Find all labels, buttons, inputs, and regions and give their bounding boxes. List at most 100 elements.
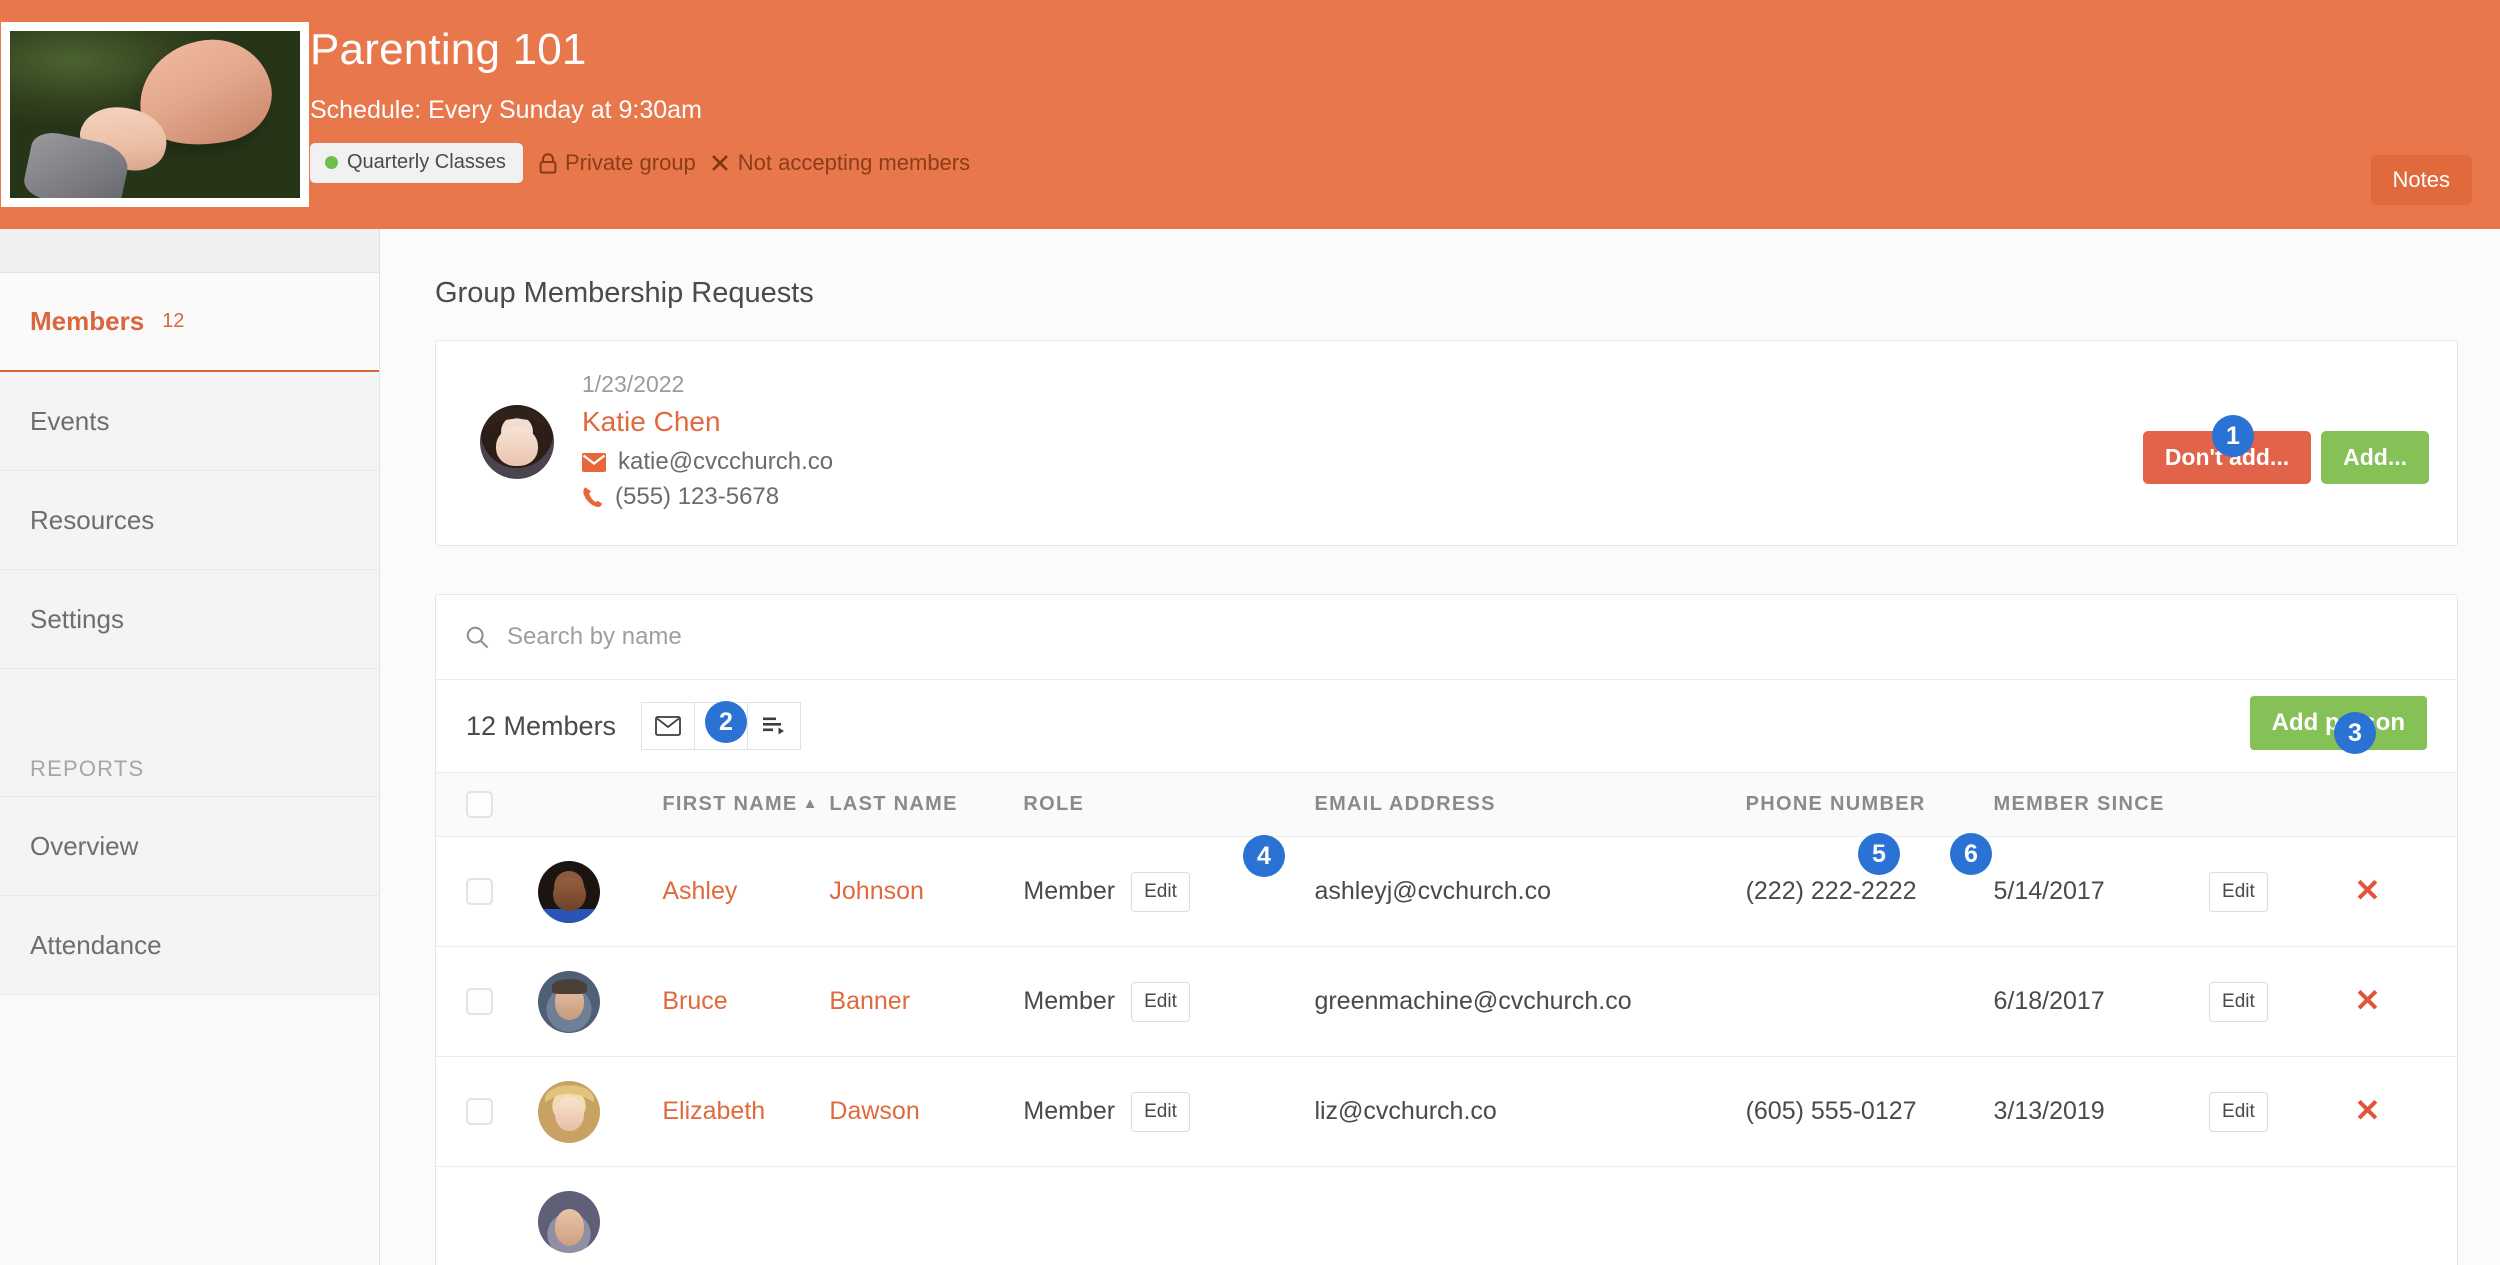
email-members-button[interactable]	[641, 702, 695, 750]
search-input[interactable]	[507, 623, 1107, 651]
request-email[interactable]: katie@cvcchurch.co	[618, 448, 833, 476]
row-email-cell: greenmachine@cvchurch.co	[1314, 947, 1745, 1057]
select-all-checkbox[interactable]	[466, 791, 493, 818]
row-edit-cell	[2209, 1167, 2355, 1265]
remove-member-icon[interactable]: ✕	[2355, 873, 2381, 908]
row-email-cell: liz@cvchurch.co	[1314, 1057, 1745, 1167]
deny-request-button[interactable]: Don't add...	[2143, 431, 2311, 484]
row-delete-cell: ✕	[2355, 837, 2457, 947]
member-role: Member	[1023, 987, 1115, 1016]
search-icon[interactable]	[466, 626, 489, 649]
group-meta-row: Quarterly Classes Private group Not acce…	[310, 143, 970, 183]
page-title: Parenting 101	[310, 26, 970, 74]
member-first-name-link[interactable]: Ashley	[662, 877, 737, 905]
avatar	[538, 861, 600, 923]
row-first-name-cell	[662, 1167, 829, 1265]
column-header-first-name[interactable]: FIRST NAME ▲	[662, 773, 829, 837]
row-last-name-cell: Dawson	[829, 1057, 1023, 1167]
member-first-name-link[interactable]: Bruce	[662, 987, 727, 1015]
row-member-since-cell: 5/14/2017	[1993, 837, 2209, 947]
member-role: Member	[1023, 877, 1115, 906]
row-first-name-cell: Elizabeth	[662, 1057, 829, 1167]
column-header-role[interactable]: ROLE	[1023, 773, 1314, 837]
table-row: Elizabeth Dawson Member Edit liz@cvchurc…	[436, 1057, 2457, 1167]
row-first-name-cell: Bruce	[662, 947, 829, 1057]
column-header-email[interactable]: EMAIL ADDRESS	[1314, 773, 1745, 837]
remove-member-icon[interactable]: ✕	[2355, 983, 2381, 1018]
avatar	[538, 1191, 600, 1253]
column-label: FIRST NAME	[662, 793, 797, 815]
column-header-member-since[interactable]: MEMBER SINCE	[1993, 773, 2209, 837]
select-all-header	[436, 773, 538, 837]
members-table: FIRST NAME ▲ LAST NAME ROLE EMAIL ADDRESS…	[436, 772, 2457, 1265]
member-last-name-link[interactable]: Banner	[829, 987, 910, 1015]
row-select-cell	[436, 947, 538, 1057]
sidebar-item-resources[interactable]: Resources	[0, 471, 379, 570]
group-photo-container	[0, 22, 310, 207]
sidebar-item-members[interactable]: Members 12	[0, 273, 379, 372]
member-last-name-link[interactable]: Johnson	[829, 877, 924, 905]
request-email-row: katie@cvcchurch.co	[582, 448, 833, 476]
row-checkbox[interactable]	[466, 988, 493, 1015]
approve-request-button[interactable]: Add...	[2321, 431, 2429, 484]
edit-role-button[interactable]: Edit	[1131, 872, 1190, 912]
row-checkbox[interactable]	[466, 1098, 493, 1125]
add-person-button[interactable]: Add person	[2250, 696, 2427, 750]
row-delete-cell: ✕	[2355, 947, 2457, 1057]
sidebar-item-label: Members	[30, 306, 144, 337]
print-members-button[interactable]	[694, 702, 748, 750]
row-phone-cell: (605) 555-0127	[1746, 1057, 1994, 1167]
sidebar-item-attendance[interactable]: Attendance	[0, 896, 379, 995]
row-checkbox[interactable]	[466, 878, 493, 905]
edit-member-button[interactable]: Edit	[2209, 1092, 2268, 1132]
members-count-label: 12 Members	[466, 711, 616, 742]
group-schedule: Schedule: Every Sunday at 9:30am	[310, 96, 970, 125]
edit-role-button[interactable]: Edit	[1131, 1092, 1190, 1132]
edit-header	[2209, 773, 2355, 837]
row-phone-cell: (222) 222-2222	[1746, 837, 1994, 947]
row-select-cell	[436, 837, 538, 947]
toolbar-icon-group	[642, 702, 801, 750]
row-avatar-cell	[538, 1057, 662, 1167]
avatar-header	[538, 773, 662, 837]
delete-header	[2355, 773, 2457, 837]
sort-members-button[interactable]	[747, 702, 801, 750]
table-row: Bruce Banner Member Edit greenmachine@cv…	[436, 947, 2457, 1057]
sidebar-top-strip	[0, 229, 379, 273]
request-date: 1/23/2022	[582, 371, 833, 398]
sidebar-item-overview[interactable]: Overview	[0, 797, 379, 896]
row-first-name-cell: Ashley	[662, 837, 829, 947]
avatar	[480, 405, 554, 479]
sidebar-item-settings[interactable]: Settings	[0, 570, 379, 669]
table-row: Ashley Johnson Member Edit ashleyj@cvchu…	[436, 837, 2457, 947]
group-accepting-status: Not accepting members	[710, 150, 970, 176]
group-photo	[1, 22, 309, 207]
request-person-name[interactable]: Katie Chen	[582, 406, 833, 438]
notes-button[interactable]: Notes	[2371, 155, 2472, 205]
sidebar-section-reports: REPORTS	[0, 669, 379, 797]
edit-member-button[interactable]: Edit	[2209, 872, 2268, 912]
request-phone-row: (555) 123-5678	[582, 483, 833, 511]
group-type-chip: Quarterly Classes	[310, 143, 523, 183]
edit-role-button[interactable]: Edit	[1131, 982, 1190, 1022]
sidebar-item-events[interactable]: Events	[0, 372, 379, 471]
table-header-row: FIRST NAME ▲ LAST NAME ROLE EMAIL ADDRESS…	[436, 773, 2457, 837]
row-phone-cell	[1746, 1167, 1994, 1265]
sort-ascending-icon: ▲	[803, 795, 819, 812]
sidebar-member-count: 12	[162, 310, 184, 333]
row-select-cell	[436, 1167, 538, 1265]
member-role: Member	[1023, 1097, 1115, 1126]
column-header-last-name[interactable]: LAST NAME	[829, 773, 1023, 837]
row-role-cell: Member Edit	[1023, 837, 1314, 947]
member-first-name-link[interactable]: Elizabeth	[662, 1097, 765, 1125]
members-list-card: 12 Members	[435, 594, 2458, 1265]
page-body: Members 12 Events Resources Settings REP…	[0, 229, 2500, 1265]
edit-member-button[interactable]: Edit	[2209, 982, 2268, 1022]
member-last-name-link[interactable]: Dawson	[829, 1097, 919, 1125]
avatar	[538, 971, 600, 1033]
main-content: Group Membership Requests 1/23/2022 Kati…	[380, 229, 2500, 1265]
remove-member-icon[interactable]: ✕	[2355, 1093, 2381, 1128]
column-header-phone[interactable]: PHONE NUMBER	[1746, 773, 1994, 837]
group-privacy: Private group	[539, 150, 696, 176]
lock-icon	[539, 153, 557, 174]
